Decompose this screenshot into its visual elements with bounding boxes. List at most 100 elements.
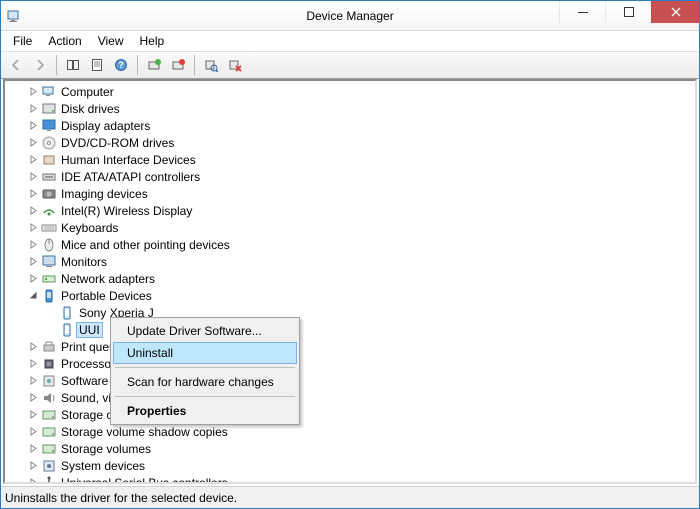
tree-item-label: System devices	[59, 459, 147, 473]
sound-icon	[41, 390, 57, 406]
monitor-icon	[41, 254, 57, 270]
tree-row[interactable]: Display adapters	[5, 117, 695, 134]
tree-item-label: Human Interface Devices	[59, 153, 198, 167]
maximize-button[interactable]	[605, 1, 651, 23]
mouse-icon	[41, 237, 57, 253]
tree-row[interactable]: Monitors	[5, 253, 695, 270]
tree-row[interactable]: DVD/CD-ROM drives	[5, 134, 695, 151]
tree-row[interactable]: Imaging devices	[5, 185, 695, 202]
tree-row[interactable]: Print queues	[5, 338, 695, 355]
menu-help[interactable]: Help	[132, 32, 173, 50]
tree-item-label: Mice and other pointing devices	[59, 238, 232, 252]
context-menu-item[interactable]: Properties	[113, 400, 297, 422]
expander-collapsed-icon[interactable]	[27, 103, 39, 115]
tree-row[interactable]: Storage volumes	[5, 440, 695, 457]
tree-row[interactable]: Mice and other pointing devices	[5, 236, 695, 253]
disable-button[interactable]	[224, 54, 246, 76]
expander-collapsed-icon[interactable]	[27, 137, 39, 149]
hid-icon	[41, 152, 57, 168]
expander-collapsed-icon[interactable]	[27, 86, 39, 98]
toolbar-separator	[194, 55, 195, 75]
tree-item-label: DVD/CD-ROM drives	[59, 136, 176, 150]
expander-collapsed-icon[interactable]	[27, 443, 39, 455]
tree-item-label: Display adapters	[59, 119, 152, 133]
expander-collapsed-icon[interactable]	[27, 460, 39, 472]
statusbar: Uninstalls the driver for the selected d…	[1, 486, 699, 508]
tree-row[interactable]: Storage volume shadow copies	[5, 423, 695, 440]
tree-row[interactable]: Sound, video and game controllers	[5, 389, 695, 406]
expander-collapsed-icon[interactable]	[27, 239, 39, 251]
wireless-icon	[41, 203, 57, 219]
expander-collapsed-icon[interactable]	[27, 154, 39, 166]
context-menu-item[interactable]: Update Driver Software...	[113, 320, 297, 342]
properties-button[interactable]	[86, 54, 108, 76]
close-button[interactable]	[651, 1, 699, 23]
help-button[interactable]: ?	[110, 54, 132, 76]
update-driver-button[interactable]	[143, 54, 165, 76]
imaging-icon	[41, 186, 57, 202]
storage-icon	[41, 424, 57, 440]
expander-collapsed-icon[interactable]	[27, 358, 39, 370]
tree-row[interactable]: IDE ATA/ATAPI controllers	[5, 168, 695, 185]
tree-item-label: Keyboards	[59, 221, 120, 235]
expander-collapsed-icon[interactable]	[27, 392, 39, 404]
expander-collapsed-icon[interactable]	[27, 375, 39, 387]
uninstall-button[interactable]	[167, 54, 189, 76]
tree-row[interactable]: Human Interface Devices	[5, 151, 695, 168]
context-menu-item[interactable]: Scan for hardware changes	[113, 371, 297, 393]
expander-none	[45, 307, 57, 319]
storage-icon	[41, 407, 57, 423]
expander-collapsed-icon[interactable]	[27, 341, 39, 353]
tree-row[interactable]: Keyboards	[5, 219, 695, 236]
menu-action[interactable]: Action	[40, 32, 89, 50]
expander-collapsed-icon[interactable]	[27, 273, 39, 285]
tree-row[interactable]: Sony Xperia J	[5, 304, 695, 321]
tree-row[interactable]: Processors	[5, 355, 695, 372]
tree-row[interactable]: Portable Devices	[5, 287, 695, 304]
expander-collapsed-icon[interactable]	[27, 120, 39, 132]
device-manager-window: Device Manager File Action View Help ? C…	[0, 0, 700, 509]
tree-scroll[interactable]: ComputerDisk drives Display adapters DVD/C…	[5, 81, 695, 482]
tree-row[interactable]: Disk drives	[5, 100, 695, 117]
expander-collapsed-icon[interactable]	[27, 256, 39, 268]
menu-view[interactable]: View	[90, 32, 132, 50]
expander-expanded-icon[interactable]	[27, 290, 39, 302]
minimize-button[interactable]	[559, 1, 605, 23]
expander-collapsed-icon[interactable]	[27, 205, 39, 217]
tree-item-label: Storage volumes	[59, 442, 153, 456]
tree-row[interactable]: System devices	[5, 457, 695, 474]
forward-button[interactable]	[29, 54, 51, 76]
tree-row[interactable]: Universal Serial Bus controllers	[5, 474, 695, 482]
device-tree: ComputerDisk drives Display adapters DVD/C…	[5, 83, 695, 482]
context-menu-separator	[115, 367, 295, 368]
tree-item-label: Network adapters	[59, 272, 157, 286]
window-controls	[559, 1, 699, 30]
back-button[interactable]	[5, 54, 27, 76]
expander-collapsed-icon[interactable]	[27, 171, 39, 183]
context-menu-item[interactable]: Uninstall	[113, 342, 297, 364]
tree-row[interactable]: Computer	[5, 83, 695, 100]
disk-icon	[41, 101, 57, 117]
titlebar: Device Manager	[1, 1, 699, 31]
show-hide-console-button[interactable]	[62, 54, 84, 76]
tree-row[interactable]: Intel(R) Wireless Display	[5, 202, 695, 219]
expander-collapsed-icon[interactable]	[27, 222, 39, 234]
expander-collapsed-icon[interactable]	[27, 426, 39, 438]
toolbar-separator	[56, 55, 57, 75]
menu-file[interactable]: File	[5, 32, 40, 50]
tree-row[interactable]: UUI	[5, 321, 695, 338]
tree-row[interactable]: Software devices	[5, 372, 695, 389]
phone-icon	[59, 322, 75, 338]
tree-item-label: Monitors	[59, 255, 109, 269]
tree-item-label: Computer	[59, 85, 116, 99]
expander-collapsed-icon[interactable]	[27, 188, 39, 200]
computer-icon	[41, 84, 57, 100]
toolbar-separator	[137, 55, 138, 75]
tree-row[interactable]: Storage controllers	[5, 406, 695, 423]
scan-hardware-button[interactable]	[200, 54, 222, 76]
expander-collapsed-icon[interactable]	[27, 409, 39, 421]
toolbar: ?	[1, 51, 699, 79]
expander-collapsed-icon[interactable]	[27, 477, 39, 483]
processor-icon	[41, 356, 57, 372]
tree-row[interactable]: Network adapters	[5, 270, 695, 287]
